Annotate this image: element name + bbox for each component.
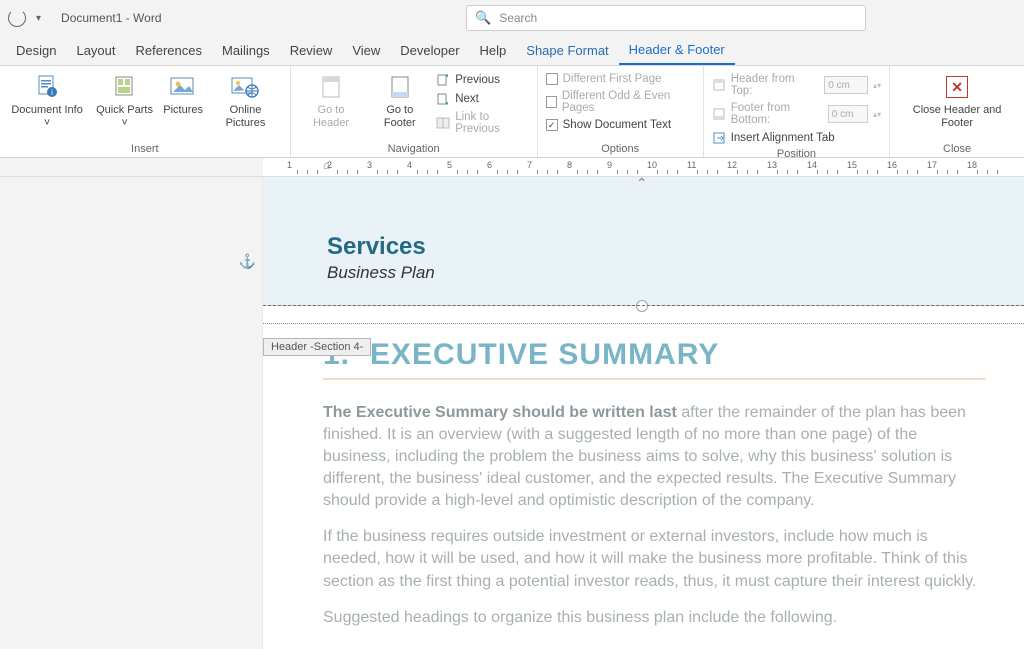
next-button[interactable]: Next bbox=[434, 91, 530, 107]
tab-header-footer[interactable]: Header & Footer bbox=[619, 36, 735, 65]
search-box[interactable]: 🔍 Search bbox=[466, 5, 866, 31]
ribbon-tabs: Design Layout References Mailings Review… bbox=[0, 36, 1024, 66]
title-bar: ▾ Document1 - Word 🔍 Search bbox=[0, 0, 1024, 36]
ribbon: i Document Info ˅ Quick Parts ˅ Pictures bbox=[0, 66, 1024, 158]
close-header-footer-button[interactable]: ✕ Close Header and Footer bbox=[896, 70, 1018, 131]
group-label-navigation: Navigation bbox=[297, 141, 531, 155]
refresh-icon[interactable] bbox=[8, 9, 26, 27]
online-pictures-icon bbox=[230, 72, 260, 102]
goto-footer-button[interactable]: Go to Footer bbox=[367, 70, 432, 131]
group-label-close: Close bbox=[896, 141, 1018, 155]
header-subtitle[interactable]: Business Plan bbox=[327, 263, 964, 283]
header-from-top-input[interactable]: 0 cm bbox=[824, 76, 868, 94]
top-handle-icon[interactable]: ⌃ bbox=[636, 177, 648, 192]
pictures-icon bbox=[168, 72, 198, 102]
insert-alignment-tab-button[interactable]: Insert Alignment Tab bbox=[710, 130, 883, 146]
svg-text:i: i bbox=[51, 88, 53, 97]
search-icon: 🔍 bbox=[475, 10, 491, 26]
footer-from-bottom-input[interactable]: 0 cm bbox=[828, 105, 868, 123]
heading-1: 1.EXECUTIVE SUMMARY bbox=[323, 338, 986, 372]
group-label-options: Options bbox=[544, 141, 697, 155]
link-previous-icon bbox=[436, 116, 450, 130]
paragraph-2: If the business requires outside investm… bbox=[323, 526, 986, 592]
tab-mailings[interactable]: Mailings bbox=[212, 37, 280, 64]
header-top-icon bbox=[712, 78, 726, 92]
goto-header-icon bbox=[316, 72, 346, 102]
document-info-icon: i bbox=[32, 72, 62, 102]
tab-developer[interactable]: Developer bbox=[390, 37, 469, 64]
footer-from-bottom-row: Footer from Bottom: 0 cm ▴▾ bbox=[710, 101, 883, 127]
checkbox-icon bbox=[546, 73, 558, 85]
footer-bottom-icon bbox=[712, 107, 726, 121]
tab-view[interactable]: View bbox=[342, 37, 390, 64]
previous-button[interactable]: Previous bbox=[434, 72, 530, 88]
group-navigation: Go to Header Go to Footer Previous bbox=[291, 66, 538, 157]
ruler-area: ⌂ 123456789101112131415161718 bbox=[0, 158, 1024, 177]
group-insert: i Document Info ˅ Quick Parts ˅ Pictures bbox=[0, 66, 291, 157]
group-close: ✕ Close Header and Footer Close bbox=[890, 66, 1024, 157]
document-body: 1.EXECUTIVE SUMMARY The Executive Summar… bbox=[263, 324, 1024, 649]
tab-shape-format[interactable]: Shape Format bbox=[516, 37, 618, 64]
online-pictures-button[interactable]: Online Pictures bbox=[207, 70, 283, 131]
left-gutter: ⚓ bbox=[0, 177, 263, 649]
resize-handle-icon[interactable] bbox=[636, 300, 648, 312]
group-position: Header from Top: 0 cm ▴▾ Footer from Bot… bbox=[704, 66, 890, 157]
header-title[interactable]: Services bbox=[327, 233, 964, 261]
workspace: ⚓ ⌃ Services Business Plan Header -Secti… bbox=[0, 177, 1024, 649]
document-page[interactable]: ⌃ Services Business Plan Header -Section… bbox=[263, 177, 1024, 649]
different-first-page-checkbox[interactable]: Different First Page bbox=[544, 72, 697, 86]
alignment-tab-icon bbox=[712, 131, 726, 145]
paragraph-3: Suggested headings to organize this busi… bbox=[323, 607, 986, 629]
next-icon bbox=[436, 92, 450, 106]
tab-review[interactable]: Review bbox=[280, 37, 343, 64]
tab-help[interactable]: Help bbox=[470, 37, 517, 64]
header-from-top-row: Header from Top: 0 cm ▴▾ bbox=[710, 72, 883, 98]
pictures-button[interactable]: Pictures bbox=[161, 70, 205, 119]
goto-footer-icon bbox=[385, 72, 415, 102]
paragraph-1: The Executive Summary should be written … bbox=[323, 402, 986, 512]
tab-design[interactable]: Design bbox=[6, 37, 66, 64]
link-to-previous-button[interactable]: Link to Previous bbox=[434, 110, 530, 136]
window-title: Document1 - Word bbox=[61, 11, 161, 25]
checkbox-icon bbox=[546, 96, 557, 108]
different-odd-even-checkbox[interactable]: Different Odd & Even Pages bbox=[544, 89, 697, 115]
tab-layout[interactable]: Layout bbox=[66, 37, 125, 64]
qa-customize-chevron[interactable]: ▾ bbox=[36, 13, 41, 24]
quick-parts-button[interactable]: Quick Parts ˅ bbox=[90, 70, 159, 131]
close-icon: ✕ bbox=[942, 72, 972, 102]
group-label-insert: Insert bbox=[6, 141, 284, 155]
show-document-text-checkbox[interactable]: ✓ Show Document Text bbox=[544, 118, 697, 132]
page-header-area[interactable]: ⌃ Services Business Plan bbox=[263, 177, 1024, 306]
search-placeholder: Search bbox=[499, 11, 537, 25]
heading-underline bbox=[323, 378, 986, 380]
previous-icon bbox=[436, 73, 450, 87]
heading-text: EXECUTIVE SUMMARY bbox=[370, 338, 719, 371]
group-options: Different First Page Different Odd & Eve… bbox=[538, 66, 704, 157]
quick-parts-icon bbox=[110, 72, 140, 102]
horizontal-ruler[interactable]: ⌂ 123456789101112131415161718 bbox=[263, 158, 1024, 176]
document-info-button[interactable]: i Document Info ˅ bbox=[6, 70, 88, 131]
goto-header-button[interactable]: Go to Header bbox=[297, 70, 366, 131]
anchor-icon: ⚓ bbox=[239, 253, 256, 270]
header-section-tag: Header -Section 4- bbox=[263, 338, 371, 356]
tab-references[interactable]: References bbox=[126, 37, 212, 64]
checkbox-checked-icon: ✓ bbox=[546, 119, 558, 131]
